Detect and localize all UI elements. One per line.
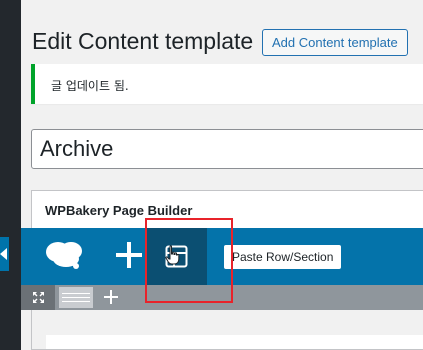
notice-text: 글 업데이트 됨. [51,79,129,93]
admin-sidebar [0,0,21,350]
main-content: Edit Content template Add Content templa… [21,0,423,350]
paste-row-section-button[interactable] [147,228,207,285]
wpbakery-editor-area [32,310,423,349]
hand-cursor-icon [165,245,180,265]
wpbakery-navbar: Paste Row/Section [21,228,423,285]
wpbakery-logo-icon[interactable] [45,240,85,270]
sidebar-arrow-icon[interactable] [0,237,9,271]
wpbakery-header: WPBakery Page Builder [32,191,423,228]
fullscreen-button[interactable] [21,285,55,310]
add-content-template-button[interactable]: Add Content template [262,29,408,56]
update-notice: 글 업데이트 됨. [31,64,423,104]
wpbakery-subbar [21,285,423,310]
wpbakery-canvas [46,335,423,349]
add-row-icon[interactable] [103,289,119,305]
wpbakery-title: WPBakery Page Builder [45,203,193,218]
post-title-input[interactable]: Archive [31,129,423,169]
fullscreen-icon [33,292,44,303]
wpbakery-panel: WPBakery Page Builder Paste Row/Section [21,190,423,350]
add-element-icon[interactable] [116,242,142,268]
paste-row-tooltip: Paste Row/Section [224,245,342,269]
page-title: Edit Content template [32,28,254,54]
layout-icon[interactable] [59,287,93,308]
